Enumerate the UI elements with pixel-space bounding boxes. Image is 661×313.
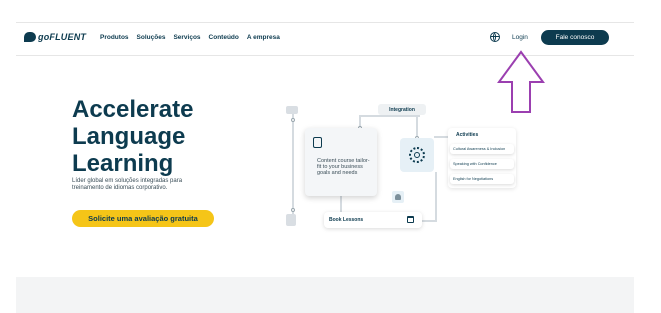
hero-title-line3: Learning: [72, 150, 174, 177]
activity-item: English for Negotiations: [450, 174, 514, 184]
activities-card: Activities Cultural Awareness & Inclusio…: [448, 128, 516, 188]
video-camera-icon: [286, 106, 298, 114]
contact-button[interactable]: Fale conosco: [541, 30, 609, 45]
activity-item: Speaking with Confidence: [450, 159, 514, 169]
next-section-band: [16, 277, 634, 313]
nav-item-produtos[interactable]: Produtos: [100, 34, 129, 41]
activities-title: Activities: [456, 132, 479, 138]
gofluent-logo[interactable]: goFLUENT: [24, 32, 86, 42]
hero-illustration: Integration Content course tailor-fit to…: [280, 98, 530, 238]
connector-line: [422, 220, 436, 222]
book-lessons-label: Book Lessons: [329, 217, 364, 223]
hero-title-line1: Accelerate: [72, 96, 194, 123]
document-icon: [313, 137, 322, 148]
hero-subtitle: Líder global em soluções integradas para…: [72, 178, 183, 191]
hero-title: Accelerate Language Learning: [72, 96, 242, 177]
file-icon: [286, 214, 296, 226]
login-link[interactable]: Login: [512, 34, 528, 41]
connector-dot: [291, 118, 295, 122]
calendar-icon: [407, 216, 414, 223]
content-course-text: Content course tailor-fit to your busine…: [317, 158, 370, 176]
nav-item-servicos[interactable]: Serviços: [173, 34, 200, 41]
hero-title-line2: Language: [72, 123, 186, 150]
logo-text: goFLUENT: [38, 32, 87, 42]
connector-line: [360, 115, 420, 117]
activity-item: Cultural Awareness & Inclusion: [450, 144, 514, 154]
logo-mark-icon: [24, 32, 36, 42]
content-course-card: Content course tailor-fit to your busine…: [305, 128, 377, 196]
nav-item-a-empresa[interactable]: A empresa: [247, 34, 280, 41]
nav-item-conteudo[interactable]: Conteúdo: [209, 34, 239, 41]
people-icon: [392, 191, 404, 203]
nav-item-solucoes[interactable]: Soluções: [137, 34, 166, 41]
connector-dot: [291, 208, 295, 212]
main-nav: Produtos Soluções Serviços Conteúdo A em…: [100, 34, 280, 41]
connector-line: [435, 172, 437, 222]
free-evaluation-button[interactable]: Solicite uma avaliação gratuita: [72, 210, 214, 227]
connector-line: [292, 110, 294, 220]
globe-icon[interactable]: [490, 32, 500, 42]
integration-label: Integration: [378, 104, 426, 115]
book-lessons-card: Book Lessons: [324, 212, 422, 228]
gear-icon: [409, 147, 425, 163]
integration-gear-box: [400, 138, 434, 172]
